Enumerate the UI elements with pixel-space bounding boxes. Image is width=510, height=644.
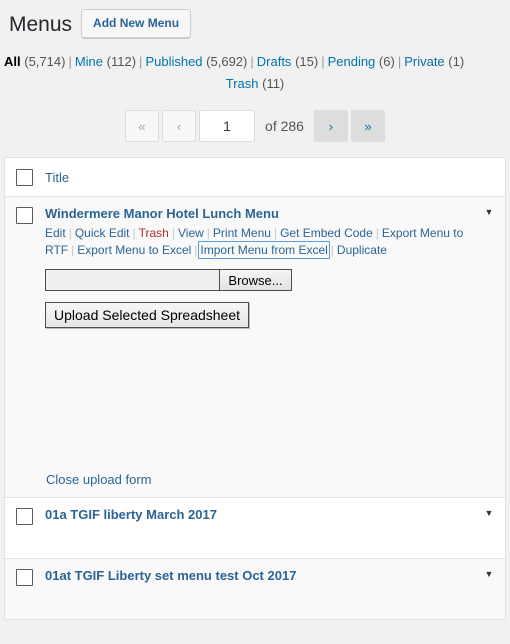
action-separator: | bbox=[206, 226, 210, 241]
table-row: 01at TGIF Liberty set menu test Oct 2017… bbox=[5, 559, 505, 621]
row-checkbox-wrapper bbox=[16, 507, 33, 558]
pagination-controls: « ‹ of 286 › » bbox=[125, 110, 385, 143]
action-separator: | bbox=[273, 226, 278, 241]
row-content: Windermere Manor Hotel Lunch Menu Edit | Q… bbox=[45, 206, 505, 497]
row-action-quick-edit[interactable]: Quick Edit bbox=[75, 226, 130, 240]
row-title-link[interactable]: Windermere Manor Hotel Lunch Menu bbox=[45, 206, 279, 222]
close-upload-form-link[interactable]: Close upload form bbox=[46, 472, 152, 487]
row-action-export-menu-to-excel[interactable]: Export Menu to Excel bbox=[77, 243, 191, 257]
table-header-row: Title bbox=[5, 158, 505, 198]
action-separator: | bbox=[68, 226, 72, 241]
filter-link-private[interactable]: Private bbox=[404, 54, 444, 69]
column-header-title[interactable]: Title bbox=[45, 170, 69, 185]
row-content: 01at TGIF Liberty set menu test Oct 2017 bbox=[45, 568, 505, 619]
row-content: 01a TGIF liberty March 2017 bbox=[45, 507, 505, 558]
filter-link-mine[interactable]: Mine bbox=[75, 54, 103, 69]
filter-item-trash: Trash (11) bbox=[4, 73, 506, 94]
table-row: 01a TGIF liberty March 2017 ▼ bbox=[5, 498, 505, 560]
filter-link-trash[interactable]: Trash bbox=[226, 76, 259, 91]
current-page-input[interactable] bbox=[199, 110, 256, 143]
row-select-checkbox[interactable] bbox=[16, 508, 33, 526]
action-separator: | bbox=[132, 226, 136, 241]
action-separator: | bbox=[71, 243, 75, 258]
last-page-button[interactable]: » bbox=[350, 110, 385, 143]
row-select-checkbox[interactable] bbox=[16, 207, 33, 225]
filter-item-mine: Mine (112) bbox=[75, 54, 136, 69]
select-all-checkbox[interactable] bbox=[16, 168, 33, 186]
filter-link-drafts[interactable]: Drafts bbox=[257, 54, 292, 69]
action-separator: | bbox=[171, 226, 175, 241]
filter-item-published: Published (5,692) bbox=[145, 54, 247, 69]
row-checkbox-wrapper bbox=[16, 206, 33, 497]
filter-item-drafts: Drafts (15) bbox=[257, 54, 318, 69]
status-filter-list: All (5,714) | Mine (112) | Published (5,692)… bbox=[4, 51, 506, 94]
table-row: Windermere Manor Hotel Lunch Menu Edit | Q… bbox=[5, 197, 505, 499]
row-toggle-chevron-down-icon[interactable]: ▼ bbox=[483, 509, 495, 518]
filter-count-pending: (6) bbox=[378, 54, 395, 70]
upload-selected-spreadsheet-button[interactable]: Upload Selected Spreadsheet bbox=[45, 302, 250, 329]
row-toggle-chevron-down-icon[interactable]: ▼ bbox=[483, 570, 495, 579]
excel-upload-form: Browse... Upload Selected Spreadsheet Cl… bbox=[45, 259, 505, 497]
action-separator: | bbox=[375, 226, 379, 241]
filter-count-drafts: (15) bbox=[295, 54, 319, 70]
row-select-checkbox[interactable] bbox=[16, 569, 33, 587]
menus-list-table: Title Windermere Manor Hotel Lunch Menu … bbox=[4, 157, 506, 621]
total-pages-label: of 286 bbox=[265, 118, 304, 135]
row-action-trash[interactable]: Trash bbox=[139, 226, 169, 240]
filter-count-published: (5,692) bbox=[206, 54, 248, 70]
table-navigation-top: « ‹ of 286 › » bbox=[0, 94, 510, 157]
filter-link-pending[interactable]: Pending bbox=[328, 54, 376, 69]
filter-count-private: (1) bbox=[448, 54, 465, 70]
filter-separator: | bbox=[321, 54, 325, 70]
filter-count-trash: (11) bbox=[262, 76, 285, 92]
row-action-edit[interactable]: Edit bbox=[45, 226, 66, 240]
file-path-input[interactable] bbox=[45, 269, 219, 292]
prev-page-button[interactable]: ‹ bbox=[162, 110, 197, 143]
row-checkbox-wrapper bbox=[16, 568, 33, 619]
page-header: Menus Add New Menu bbox=[0, 0, 510, 38]
filter-count-mine: (112) bbox=[106, 54, 137, 70]
filter-item-pending: Pending (6) bbox=[328, 54, 395, 69]
action-separator: | bbox=[330, 243, 334, 258]
filter-separator: | bbox=[68, 54, 72, 70]
row-title-link[interactable]: 01at TGIF Liberty set menu test Oct 2017 bbox=[45, 568, 296, 584]
file-input-widget[interactable]: Browse... bbox=[45, 269, 505, 292]
filter-item-private: Private (1) bbox=[404, 54, 464, 69]
filter-link-published[interactable]: Published bbox=[145, 54, 202, 69]
page-title: Menus bbox=[9, 13, 73, 36]
row-actions: Edit | Quick Edit | Trash | View | Print Menu | Ge… bbox=[45, 222, 505, 260]
row-actions-placeholder bbox=[45, 584, 505, 619]
filter-separator: | bbox=[397, 54, 402, 70]
row-action-print-menu[interactable]: Print Menu bbox=[213, 226, 271, 240]
row-toggle-chevron-down-icon[interactable]: ▼ bbox=[483, 208, 495, 217]
row-action-import-menu-from-excel[interactable]: Import Menu from Excel bbox=[198, 241, 330, 260]
row-action-duplicate[interactable]: Duplicate bbox=[337, 243, 387, 257]
filter-item-all: All (5,714) bbox=[4, 54, 65, 69]
browse-button[interactable]: Browse... bbox=[219, 269, 292, 292]
filter-link-all[interactable]: All bbox=[4, 54, 21, 69]
filter-count-all: (5,714) bbox=[24, 54, 66, 70]
row-action-view[interactable]: View bbox=[178, 226, 204, 240]
row-action-get-embed-code[interactable]: Get Embed Code bbox=[280, 226, 373, 240]
add-new-menu-button[interactable]: Add New Menu bbox=[81, 8, 192, 38]
next-page-button[interactable]: › bbox=[313, 110, 348, 143]
first-page-button[interactable]: « bbox=[125, 110, 160, 143]
row-title-link[interactable]: 01a TGIF liberty March 2017 bbox=[45, 507, 217, 523]
filter-separator: | bbox=[250, 54, 254, 70]
row-actions-placeholder bbox=[45, 523, 505, 558]
